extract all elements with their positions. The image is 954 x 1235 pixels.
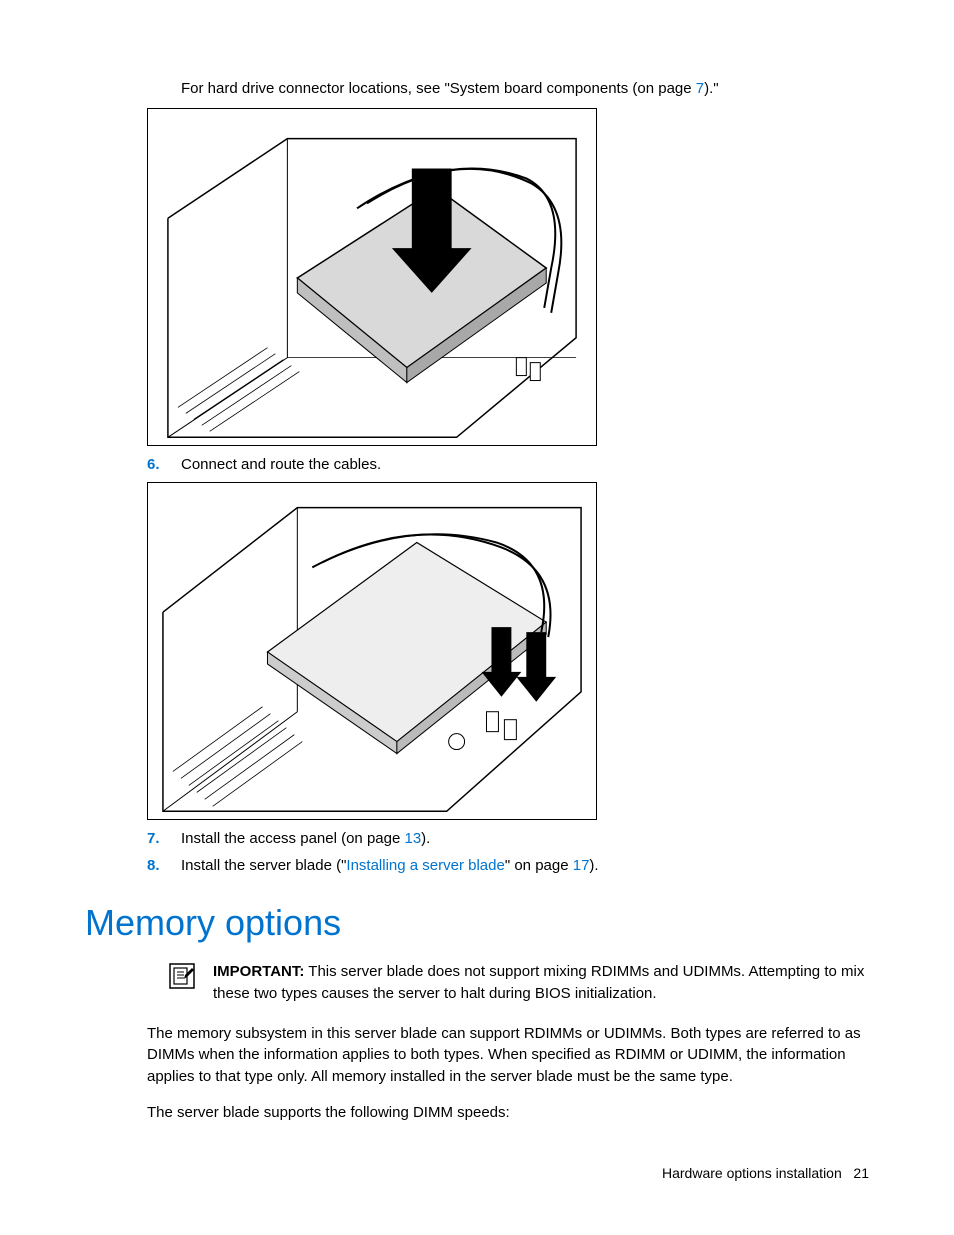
heading-memory-options: Memory options	[85, 897, 869, 949]
important-text: This server blade does not support mixin…	[213, 963, 864, 1002]
page-ref-17[interactable]: 17	[573, 857, 590, 874]
link-installing-server-blade[interactable]: Installing a server blade	[346, 857, 504, 874]
page-ref-13[interactable]: 13	[404, 830, 421, 847]
intro-pre: For hard drive connector locations, see …	[181, 80, 696, 97]
step-number: 8.	[147, 855, 181, 877]
step-6: 6. Connect and route the cables.	[147, 454, 869, 476]
step-7: 7. Install the access panel (on page 13)…	[147, 828, 869, 850]
intro-post: )."	[704, 80, 719, 97]
intro-line: For hard drive connector locations, see …	[181, 78, 869, 100]
figure-route-cables	[147, 482, 597, 820]
step-number: 6.	[147, 454, 181, 476]
footer-page-number: 21	[853, 1165, 869, 1181]
step-8: 8. Install the server blade ("Installing…	[147, 855, 869, 877]
footer-section: Hardware options installation	[662, 1165, 842, 1181]
important-icon	[169, 961, 213, 1005]
page-footer: Hardware options installation 21	[662, 1163, 869, 1183]
important-note: IMPORTANT: This server blade does not su…	[169, 961, 869, 1005]
figure-install-drive	[147, 108, 597, 446]
page-ref-7[interactable]: 7	[696, 80, 704, 97]
step-text: Install the access panel (on page 13).	[181, 828, 869, 850]
paragraph-dimm-speeds: The server blade supports the following …	[147, 1102, 869, 1124]
important-label: IMPORTANT:	[213, 963, 304, 980]
step-text: Install the server blade ("Installing a …	[181, 855, 869, 877]
important-body: IMPORTANT: This server blade does not su…	[213, 961, 869, 1005]
step-text: Connect and route the cables.	[181, 454, 869, 476]
step-number: 7.	[147, 828, 181, 850]
paragraph-memory-subsystem: The memory subsystem in this server blad…	[147, 1023, 869, 1088]
